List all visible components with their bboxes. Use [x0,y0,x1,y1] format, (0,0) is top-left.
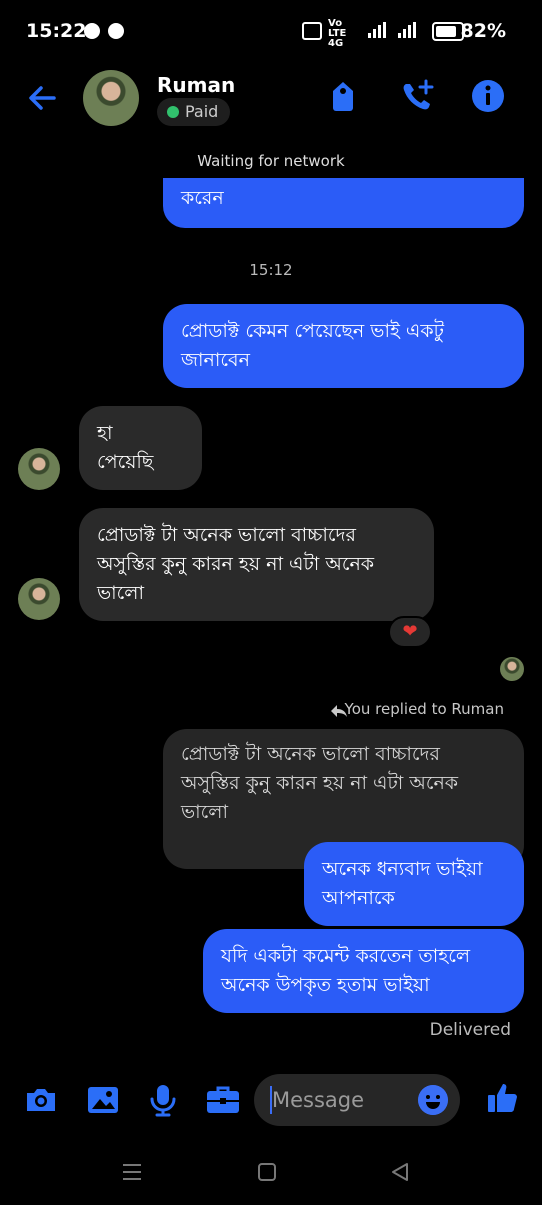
add-call-icon[interactable] [399,78,435,114]
back-icon[interactable] [390,1162,410,1182]
status-bar: 15:22 Vo LTE 4G 82% [0,0,542,62]
message-timestamp: 15:12 [249,261,293,279]
outgoing-message[interactable]: যদি একটা কমেন্ট করতেন তাহলে অনেক উপকৃত হ… [203,929,524,1013]
info-icon[interactable] [470,78,506,114]
battery-percentage: 82% [460,20,506,42]
text-cursor [270,1086,272,1114]
home-icon[interactable] [257,1162,277,1182]
menu-icon[interactable] [122,1162,142,1182]
incoming-message[interactable]: হা পেয়েছি [79,406,202,490]
thumbs-up-icon[interactable] [485,1080,521,1116]
network-type-label: Vo LTE 4G [328,18,347,49]
battery-icon [432,22,464,41]
outgoing-message[interactable]: করেন [163,178,524,228]
contact-avatar-small[interactable] [18,448,60,490]
heart-reaction[interactable]: ❤ [388,616,432,648]
mic-icon[interactable] [145,1082,181,1118]
signal-icon-2 [398,22,420,38]
incoming-message[interactable]: প্রোডাক্ট টা অনেক ভালো বাচ্চাদের অসুস্তি… [79,508,434,621]
outgoing-message[interactable]: অনেক ধন্যবাদ ভাইয়া আপনাকে [304,842,524,926]
outgoing-message[interactable]: প্রোডাক্ট কেমন পেয়েছেন ভাই একটু জানাবেন [163,304,524,388]
contact-name[interactable]: Ruman [157,73,235,97]
signal-icon [368,22,390,38]
gallery-icon[interactable] [85,1082,121,1118]
vibrate-icon [302,22,322,40]
status-time: 15:22 [26,20,87,42]
emoji-icon[interactable] [418,1085,448,1115]
contact-avatar[interactable] [83,70,139,126]
system-nav-bar [0,1140,542,1205]
contact-avatar-small[interactable] [18,578,60,620]
replied-label: You replied to Ruman [344,700,504,718]
messenger-notification-icon [108,23,124,39]
status-dot [167,106,179,118]
tag-icon[interactable] [325,78,361,114]
briefcase-icon[interactable] [205,1082,241,1118]
camera-icon[interactable] [23,1082,59,1118]
messenger-notification-icon [84,23,100,39]
network-status: Waiting for network [197,152,345,170]
back-arrow-icon[interactable] [26,82,58,114]
seen-avatar [500,657,524,681]
delivery-status: Delivered [429,1020,511,1040]
